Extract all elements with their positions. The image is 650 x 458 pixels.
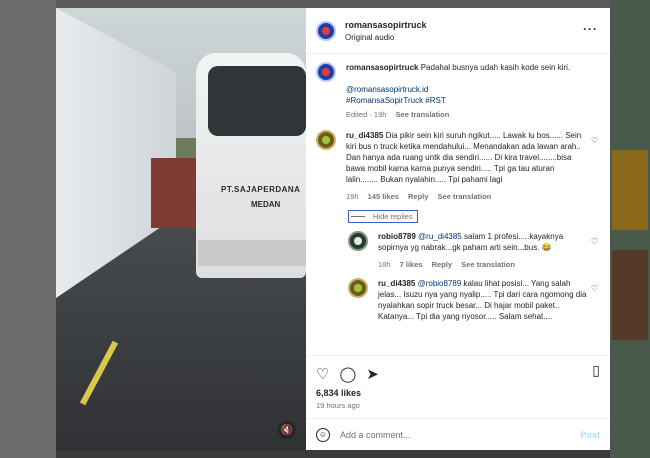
reply-button[interactable]: Reply xyxy=(432,260,452,269)
action-bar: ♡ ◯ ➤ ▯ xyxy=(306,356,610,384)
reply-button[interactable]: Reply xyxy=(408,192,428,201)
heart-icon[interactable]: ♡ xyxy=(591,284,598,293)
reply-username[interactable]: robio8789 xyxy=(378,232,416,241)
reply-time: 18h xyxy=(378,260,391,269)
background-thumbnail xyxy=(612,150,648,230)
video-bus-window xyxy=(208,66,306,136)
likes-count[interactable]: 6,834 likes xyxy=(306,384,610,398)
caption-mention[interactable]: @romansasopirtruck.id xyxy=(346,84,586,95)
post-header: romansasopirtruck Original audio ··· xyxy=(306,8,610,54)
see-translation-link[interactable]: See translation xyxy=(461,260,515,269)
background-thumbnail xyxy=(612,250,648,340)
share-icon[interactable]: ➤ xyxy=(366,365,379,383)
heart-icon[interactable]: ♡ xyxy=(316,365,329,383)
post-panel: romansasopirtruck Original audio ··· rom… xyxy=(306,8,610,450)
avatar[interactable] xyxy=(316,62,336,82)
post-button[interactable]: Post xyxy=(580,430,600,440)
comment-likes[interactable]: 145 likes xyxy=(368,192,399,201)
bus-text-company: PT.SAJAPERDANA xyxy=(221,185,301,194)
post-username[interactable]: romansasopirtruck xyxy=(345,20,427,30)
video-truck-cab xyxy=(151,158,196,228)
post-date: 19 hours ago xyxy=(316,401,360,410)
more-icon[interactable]: ··· xyxy=(583,22,598,36)
hide-replies-label: Hide replies xyxy=(373,212,413,221)
caption-text: Padahal busnya udah kasih kode sein kiri… xyxy=(420,63,571,72)
comment-item: ru_di4385 Dia pikir sein kiri suruh ngik… xyxy=(316,130,600,202)
reply-mention[interactable]: @robio8789 xyxy=(418,279,462,288)
comment-icon[interactable]: ◯ xyxy=(339,365,356,383)
emoji-icon[interactable]: ☺ xyxy=(316,427,330,442)
divider xyxy=(351,216,365,217)
caption: romansasopirtruck Padahal busnya udah ka… xyxy=(316,62,600,120)
post-modal: PT.SAJAPERDANA MEDAN 🔇 romansasopirtruck… xyxy=(56,8,610,450)
audio-label[interactable]: Original audio xyxy=(345,33,427,42)
avatar[interactable] xyxy=(316,130,336,150)
video-bus-bumper xyxy=(198,240,306,266)
avatar[interactable] xyxy=(316,20,336,41)
avatar[interactable] xyxy=(348,278,368,298)
background-bottom xyxy=(56,450,610,458)
bookmark-icon[interactable]: ▯ xyxy=(592,362,600,379)
caption-username[interactable]: romansasopirtruck xyxy=(346,63,418,72)
mute-icon[interactable]: 🔇 xyxy=(278,421,296,439)
add-comment-bar: ☺ Post xyxy=(306,418,610,450)
reply-item: robio8789 @ru_di4385 salam 1 profesi....… xyxy=(348,231,600,270)
reply-likes[interactable]: 7 likes xyxy=(400,260,423,269)
reply-mention[interactable]: @ru_di4385 xyxy=(418,232,462,241)
avatar[interactable] xyxy=(348,231,368,251)
video-player[interactable]: PT.SAJAPERDANA MEDAN 🔇 xyxy=(56,8,306,450)
comment-input[interactable] xyxy=(340,429,560,440)
background-left xyxy=(0,0,56,458)
reply-username[interactable]: ru_di4385 xyxy=(378,279,415,288)
caption-hashtags[interactable]: #RomansaSopirTruck #RST xyxy=(346,95,586,106)
comment-username[interactable]: ru_di4385 xyxy=(346,131,383,140)
see-translation-link[interactable]: See translation xyxy=(438,192,492,201)
see-translation-link[interactable]: See translation xyxy=(396,110,450,119)
hide-replies-button[interactable]: Hide replies xyxy=(348,210,418,223)
caption-edited-time: Edited · 19h xyxy=(346,110,387,119)
heart-icon[interactable]: ♡ xyxy=(591,237,598,246)
comment-time: 19h xyxy=(346,192,359,201)
heart-icon[interactable]: ♡ xyxy=(591,136,598,145)
post-footer: ♡ ◯ ➤ ▯ 6,834 likes 19 hours ago ☺ Post xyxy=(306,355,610,450)
bus-text-city: MEDAN xyxy=(251,200,281,209)
reply-item: ru_di4385 @robio8789 kalau lihat posisi.… xyxy=(348,278,600,322)
comments-list[interactable]: romansasopirtruck Padahal busnya udah ka… xyxy=(306,54,610,355)
